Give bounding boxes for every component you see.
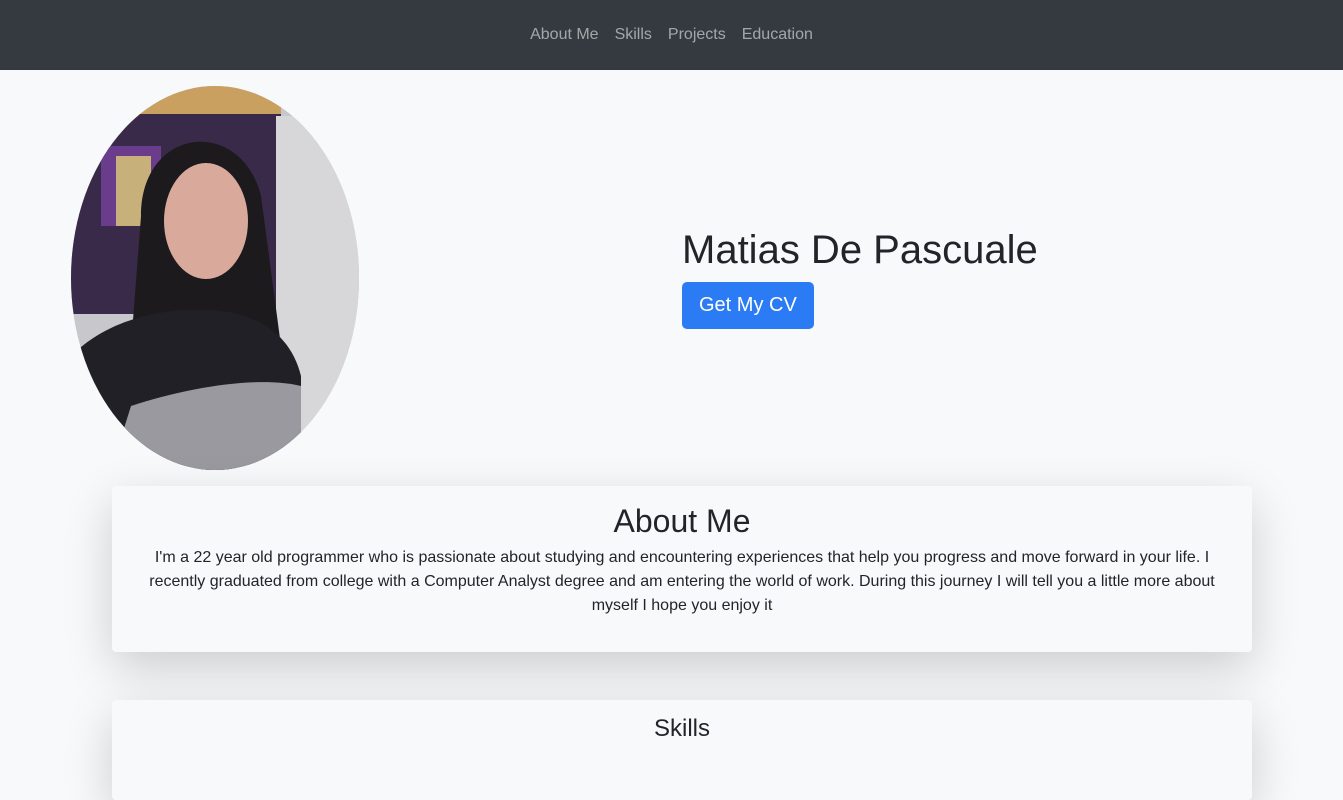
about-me-text: I'm a 22 year old programmer who is pass… xyxy=(149,549,1215,614)
get-cv-button[interactable]: Get My CV xyxy=(682,282,814,329)
nav-link-projects[interactable]: Projects xyxy=(660,26,734,44)
intro: Matias De Pascuale Get My CV xyxy=(682,226,1038,329)
profile-photo xyxy=(71,86,359,470)
profile-name: Matias De Pascuale xyxy=(682,228,1038,272)
about-me-title: About Me xyxy=(613,503,751,539)
nav-link-skills[interactable]: Skills xyxy=(607,26,660,44)
nav-link-about-me[interactable]: About Me xyxy=(522,26,606,44)
about-me-card: About Me I'm a 22 year old programmer wh… xyxy=(112,486,1252,652)
nav-link-education[interactable]: Education xyxy=(734,26,821,44)
skills-card: Skills xyxy=(112,700,1252,800)
navbar: About Me Skills Projects Education xyxy=(0,0,1343,70)
skills-title: Skills xyxy=(653,715,710,742)
hero-section: Matias De Pascuale Get My CV xyxy=(0,70,1343,470)
